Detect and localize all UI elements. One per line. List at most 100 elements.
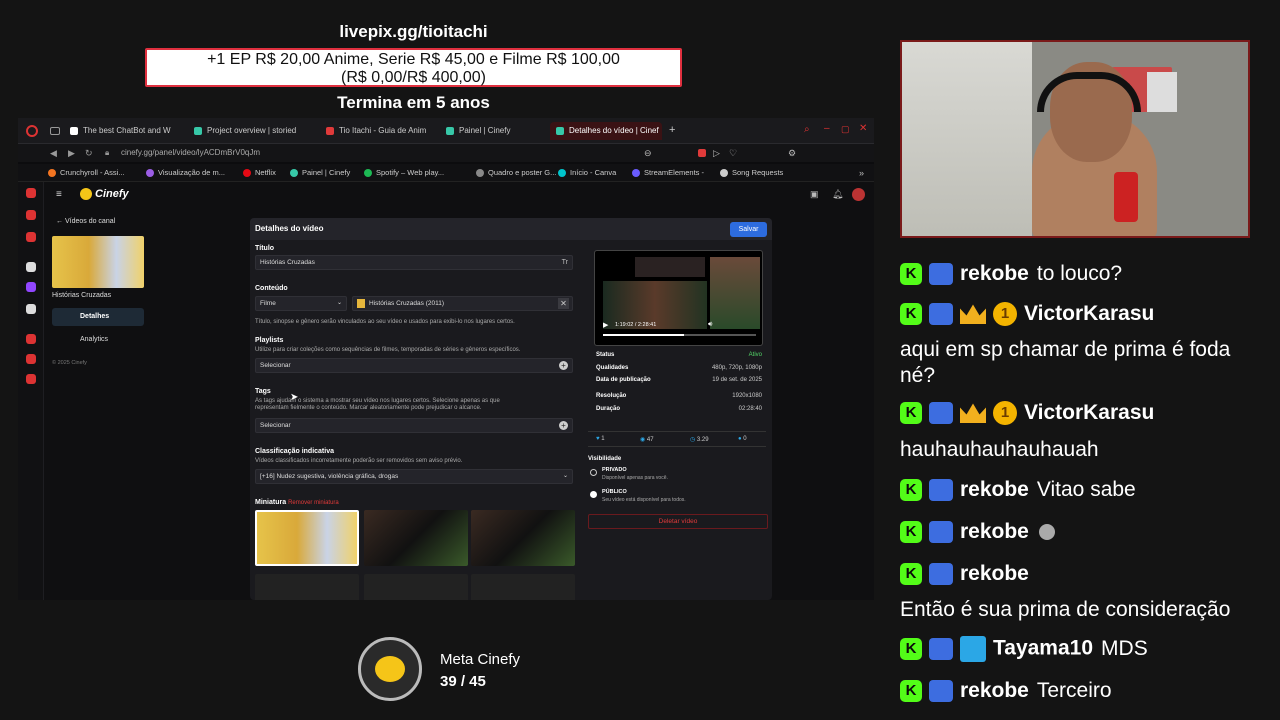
conteudo-type-select[interactable]: Filme ⌄: [255, 296, 347, 311]
thumb-option[interactable]: [364, 510, 468, 566]
rating-select[interactable]: [+16] Nudez sugestiva, violência gráfica…: [255, 469, 573, 484]
delete-video-button[interactable]: Deletar vídeo: [588, 514, 768, 529]
bookmark[interactable]: Song Requests: [720, 164, 783, 182]
conteudo-value-field[interactable]: Histórias Cruzadas (2011) ✕: [352, 296, 573, 311]
twitch-icon[interactable]: [26, 282, 36, 292]
extensions-icon[interactable]: ⚙: [788, 144, 796, 162]
nav-detalhes[interactable]: Detalhes: [52, 308, 144, 326]
cinefy-goal-icon: [358, 637, 422, 701]
bookmark[interactable]: Netflix: [243, 164, 276, 182]
heart-icon[interactable]: ♡: [729, 144, 737, 162]
bookmark[interactable]: Spotify – Web play...: [364, 164, 444, 182]
settings-icon[interactable]: [26, 374, 36, 384]
heart-icon: ♥: [596, 436, 600, 442]
bookmark[interactable]: Quadro e poster G...: [476, 164, 556, 182]
close-window-icon[interactable]: ✕: [859, 123, 867, 134]
play-icon[interactable]: ▷: [713, 144, 720, 162]
play-icon[interactable]: ▶: [603, 321, 608, 329]
chat-username[interactable]: Tayama10: [993, 637, 1093, 660]
tab[interactable]: Tio Itachi - Guia de Anim: [326, 122, 438, 140]
chat-username[interactable]: rekobe: [960, 262, 1029, 285]
bookmark[interactable]: StreamElements -: [632, 164, 704, 182]
tiktok-icon[interactable]: [26, 262, 36, 272]
opera-logo-icon[interactable]: [26, 125, 38, 137]
url-text[interactable]: cinefy.gg/panel/video/lyACDmBrV0qJm: [121, 144, 260, 162]
sub-badge-icon: 1: [993, 401, 1017, 426]
tab-favicon-icon: [70, 126, 78, 135]
private-radio[interactable]: [590, 469, 597, 476]
nav-label: Detalhes: [80, 313, 110, 320]
minimize-icon[interactable]: –: [824, 123, 830, 134]
watchtime-metric: ◷ 3.29: [690, 436, 709, 443]
chat-username[interactable]: rekobe: [960, 679, 1029, 702]
chat-username[interactable]: VictorKarasu: [1024, 302, 1154, 325]
thumb-option[interactable]: [255, 574, 359, 600]
sidebar-app-icon[interactable]: [26, 210, 36, 220]
bookmark[interactable]: Visualização de m...: [146, 164, 225, 182]
avatar[interactable]: [852, 188, 865, 201]
new-tab-plus-icon[interactable]: +: [669, 124, 675, 136]
tab[interactable]: Project overview | storied: [194, 122, 304, 140]
maximize-icon[interactable]: ▢: [841, 124, 850, 135]
camera-icon[interactable]: ▣: [810, 189, 819, 200]
tab[interactable]: The best ChatBot and W: [70, 122, 182, 140]
history-icon[interactable]: [26, 354, 36, 364]
opera-ai-icon[interactable]: [26, 188, 36, 198]
back-to-videos-link[interactable]: ← Vídeos do canal: [56, 218, 115, 225]
forward-arrow-icon[interactable]: ▶: [68, 144, 75, 162]
tab-overview-icon[interactable]: [50, 127, 60, 135]
metrics-row: ♥ 1 ◉ 47 ◷ 3.29 ● 0: [588, 431, 766, 447]
menu-icon[interactable]: ≡: [56, 189, 62, 200]
thumb-option[interactable]: [471, 510, 575, 566]
tab[interactable]: Detalhes do vídeo | Cinef: [550, 122, 662, 140]
more-bookmarks-icon[interactable]: »: [859, 164, 864, 182]
search-tabs-icon[interactable]: ⌕: [804, 124, 810, 135]
chat-username[interactable]: rekobe: [960, 478, 1029, 501]
tab[interactable]: Painel | Cinefy: [446, 122, 546, 140]
bookmark[interactable]: Painel | Cinefy: [290, 164, 350, 182]
zoom-icon[interactable]: ⊖: [644, 144, 652, 162]
chat-username[interactable]: rekobe: [960, 562, 1029, 585]
public-label: PÚBLICO: [602, 489, 627, 495]
cinefy-logo[interactable]: Cinefy: [80, 188, 129, 201]
add-icon[interactable]: +: [559, 361, 568, 370]
record-icon[interactable]: [698, 149, 706, 157]
bell-icon[interactable]: 🔔︎: [832, 189, 843, 200]
text-format-icon[interactable]: Tr: [562, 256, 568, 269]
tags-select[interactable]: Selecionar +: [255, 418, 573, 433]
chevron-down-icon: ⌄: [562, 473, 568, 479]
nav-analytics[interactable]: Analytics: [80, 336, 108, 343]
bot-badge-icon: [929, 563, 953, 586]
remove-thumb-link[interactable]: Remover miniatura: [288, 500, 339, 506]
conteudo-hint: Título, sinopse e gênero serão vinculado…: [255, 319, 515, 325]
public-radio[interactable]: [590, 491, 597, 498]
thumb-option[interactable]: [364, 574, 468, 600]
address-bar[interactable]: ◀ ▶ ↻ 🔒︎ cinefy.gg/panel/video/lyACDmBrV…: [18, 144, 874, 162]
bookmark[interactable]: Crunchyroll - Assi...: [48, 164, 125, 182]
volume-icon[interactable]: 🔊︎: [708, 321, 712, 329]
sidebar-app-icon[interactable]: [26, 334, 36, 344]
playlists-select[interactable]: Selecionar +: [255, 358, 573, 373]
player-progress[interactable]: [603, 334, 756, 336]
save-button[interactable]: Salvar: [730, 222, 767, 237]
chat-username[interactable]: VictorKarasu: [1024, 401, 1154, 424]
chat-username[interactable]: rekobe: [960, 520, 1029, 543]
public-hint: Seu vídeo está disponível para todos.: [602, 497, 686, 503]
sidebar-app-icon[interactable]: [26, 232, 36, 242]
x-icon[interactable]: [26, 304, 36, 314]
likes-value: 1: [601, 436, 605, 442]
bookmark[interactable]: Início - Canva: [558, 164, 616, 182]
shelf: [902, 42, 1032, 236]
back-arrow-icon[interactable]: ◀: [50, 144, 57, 162]
titulo-input[interactable]: Histórias Cruzadas Tr: [255, 255, 573, 270]
private-label: PRIVADO: [602, 467, 627, 473]
tab-favicon-icon: [446, 126, 454, 135]
thumb-option-selected[interactable]: [255, 510, 359, 566]
bookmark-label: Painel | Cinefy: [302, 168, 351, 177]
stat-key: Qualidades: [596, 365, 629, 371]
add-icon[interactable]: +: [559, 421, 568, 430]
thumb-option[interactable]: [471, 574, 575, 600]
reload-icon[interactable]: ↻: [85, 144, 93, 162]
clear-icon[interactable]: ✕: [558, 298, 569, 309]
video-player[interactable]: ▶ 1:19:02 / 2:28:41 🔊︎: [594, 250, 763, 346]
